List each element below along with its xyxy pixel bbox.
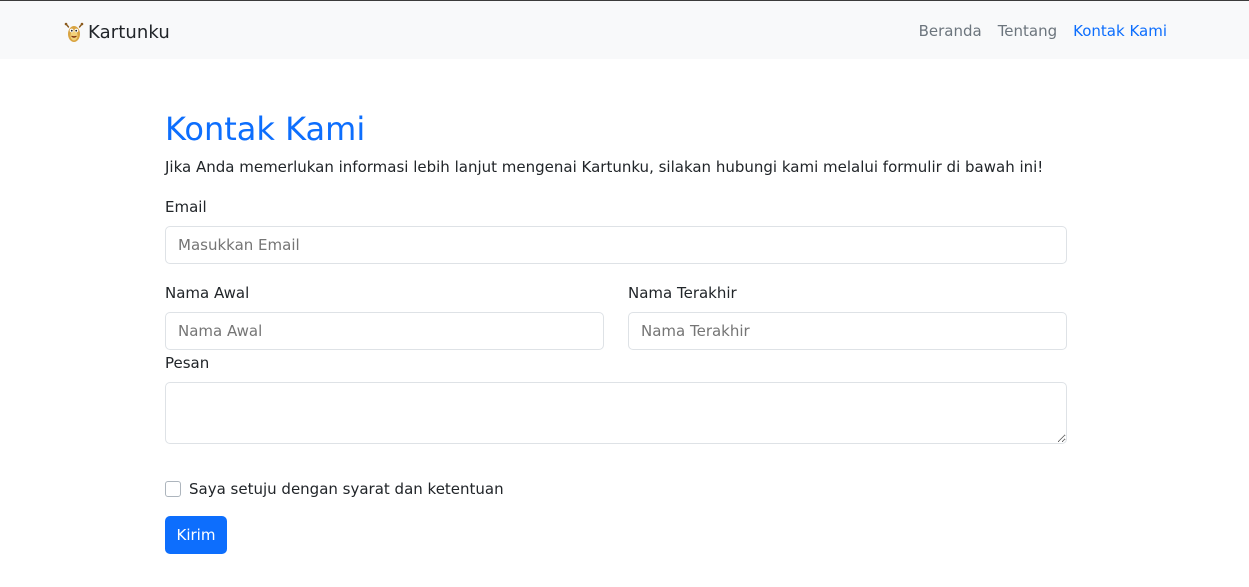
agree-row: Saya setuju dengan syarat dan ketentuan [165,479,504,499]
nav-link-kontak-kami[interactable]: Kontak Kami [1073,20,1167,42]
page-description: Jika Anda memerlukan informasi lebih lan… [165,158,1044,176]
email-input[interactable] [165,226,1067,264]
agree-label[interactable]: Saya setuju dengan syarat dan ketentuan [189,479,504,499]
nav-link-beranda[interactable]: Beranda [919,20,982,42]
last-name-label: Nama Terakhir [628,284,737,302]
page-title: Kontak Kami [165,110,366,148]
message-label: Pesan [165,354,210,372]
first-name-label: Nama Awal [165,284,250,302]
first-name-input[interactable] [165,312,604,350]
navbar: Kartunku Beranda Tentang Kontak Kami [0,1,1249,59]
email-label: Email [165,198,207,216]
last-name-input[interactable] [628,312,1067,350]
nav-link-tentang[interactable]: Tentang [998,20,1057,42]
brand-name: Kartunku [88,21,170,43]
agree-checkbox[interactable] [165,481,181,497]
cartoon-mascot-icon [64,22,84,42]
submit-button[interactable]: Kirim [165,516,227,554]
brand-link[interactable]: Kartunku [64,19,170,45]
message-textarea[interactable] [165,382,1067,444]
nav-links: Beranda Tentang Kontak Kami [919,20,1167,42]
